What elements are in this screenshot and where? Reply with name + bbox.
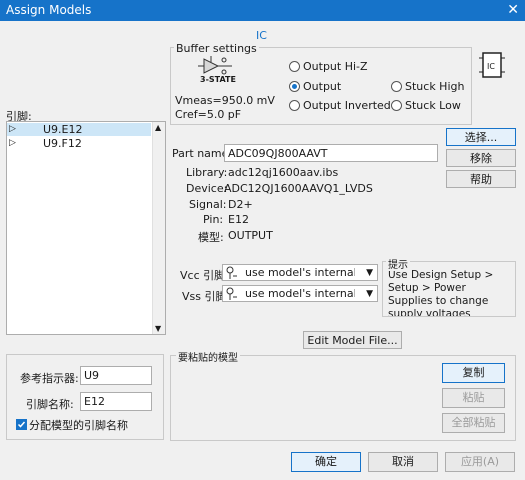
pin-value: E12 xyxy=(228,213,249,226)
radio-stuck-low-label: Stuck Low xyxy=(405,99,461,112)
radio-output-label: Output xyxy=(303,80,342,93)
radio-output-inverted-circle[interactable] xyxy=(289,100,300,111)
hint-title: 提示 xyxy=(386,256,410,271)
pin-icon: ▷ xyxy=(9,138,16,148)
device-value: ADC12QJ1600AAVQ1_LVDS xyxy=(224,182,373,195)
close-icon[interactable]: ✕ xyxy=(507,1,519,19)
ic-label: IC xyxy=(256,29,267,42)
list-item[interactable]: ▷ U9.F12 xyxy=(7,137,151,150)
assign-pin-name-checkbox[interactable] xyxy=(16,419,27,430)
copy-button[interactable]: 复制 xyxy=(442,363,505,383)
radio-stuck-low[interactable]: Stuck Low xyxy=(391,99,461,112)
model-value: OUTPUT xyxy=(228,229,273,242)
pins-list[interactable]: ▷ U9.E12 ▷ U9.F12 ▲ ▼ xyxy=(6,121,166,335)
paste-model-title: 要粘贴的模型 xyxy=(176,349,240,364)
model-label: 模型: xyxy=(198,231,224,244)
list-item[interactable]: ▷ U9.E12 xyxy=(7,123,151,136)
chevron-down-icon[interactable]: ▼ xyxy=(366,286,373,302)
radio-output-inverted[interactable]: Output Inverted xyxy=(289,99,391,112)
pin-name-field[interactable]: E12 xyxy=(80,392,152,411)
signal-label: Signal: xyxy=(189,198,227,211)
svg-text:IC: IC xyxy=(487,62,495,71)
window-title: Assign Models xyxy=(6,3,92,17)
tristate-caption: 3-STATE xyxy=(200,75,236,84)
chevron-down-icon[interactable]: ▼ xyxy=(366,265,373,281)
library-value: adc12qj1600aav.ibs xyxy=(228,166,339,179)
device-label: Device: xyxy=(186,182,228,195)
signal-value: D2+ xyxy=(228,198,253,211)
radio-stuck-high-label: Stuck High xyxy=(405,80,465,93)
radio-output-hiz-circle[interactable] xyxy=(289,61,300,72)
pin-label: Pin: xyxy=(203,213,224,226)
pin-icon: ▷ xyxy=(9,124,16,134)
cref-text: Cref=5.0 pF xyxy=(175,108,242,121)
refdes-field[interactable]: U9 xyxy=(80,366,152,385)
buffer-settings-title: Buffer settings xyxy=(174,42,259,55)
vcc-select-value: use model's internal va xyxy=(245,266,355,279)
remove-button[interactable]: 移除 xyxy=(446,149,516,167)
ic-chip-icon: IC xyxy=(478,50,506,80)
paste-all-button[interactable]: 全部粘贴 xyxy=(442,413,505,433)
hint-text: Use Design Setup > Setup > Power Supplie… xyxy=(388,269,494,317)
apply-button[interactable]: 应用(A) xyxy=(445,452,515,472)
radio-output-hiz[interactable]: Output Hi-Z xyxy=(289,60,368,73)
pin-name: U9.E12 xyxy=(43,123,83,136)
help-button[interactable]: 帮助 xyxy=(446,170,516,188)
ok-button[interactable]: 确定 xyxy=(291,452,361,472)
assign-pin-name-label: 分配模型的引脚名称 xyxy=(29,419,128,432)
pins-scrollbar[interactable]: ▲ ▼ xyxy=(152,122,165,334)
vmeas-text: Vmeas=950.0 mV xyxy=(175,94,275,107)
power-pin-icon xyxy=(225,265,239,280)
select-button[interactable]: 选择... xyxy=(446,128,516,146)
pin-name: U9.F12 xyxy=(43,137,82,150)
pin-name-label: 引脚名称: xyxy=(26,398,74,411)
edit-model-file-button[interactable]: Edit Model File... xyxy=(303,331,402,349)
vcc-select[interactable]: use model's internal va ▼ xyxy=(222,264,378,281)
radio-stuck-high-circle[interactable] xyxy=(391,81,402,92)
radio-stuck-high[interactable]: Stuck High xyxy=(391,80,464,93)
vss-select-value: use model's internal va xyxy=(245,287,355,300)
radio-output-circle[interactable] xyxy=(289,81,300,92)
scroll-down-icon[interactable]: ▼ xyxy=(155,324,161,333)
ground-pin-icon xyxy=(225,286,239,301)
radio-output[interactable]: Output xyxy=(289,80,341,93)
library-label: Library: xyxy=(186,166,228,179)
vss-select[interactable]: use model's internal va ▼ xyxy=(222,285,378,302)
radio-output-inverted-label: Output Inverted xyxy=(303,99,391,112)
title-bar: Assign Models ✕ xyxy=(0,0,525,21)
scroll-up-icon[interactable]: ▲ xyxy=(155,123,161,132)
part-name-field[interactable]: ADC09QJ800AAVT xyxy=(224,144,438,162)
cancel-button[interactable]: 取消 xyxy=(368,452,438,472)
radio-stuck-low-circle[interactable] xyxy=(391,100,402,111)
refdes-label: 参考指示器: xyxy=(20,372,79,385)
paste-button[interactable]: 粘贴 xyxy=(442,388,505,408)
radio-output-hiz-label: Output Hi-Z xyxy=(303,60,368,73)
